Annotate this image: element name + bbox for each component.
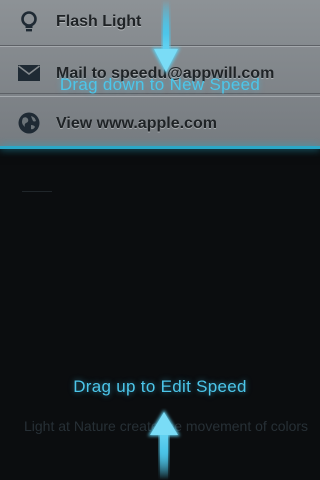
arrow-down-icon: [152, 0, 180, 74]
action-label: Flash Light: [56, 13, 142, 30]
background-placeholder: [22, 177, 52, 192]
action-row-view-website[interactable]: View www.apple.com: [0, 96, 320, 148]
globe-icon: [17, 111, 41, 135]
lightbulb-icon: [17, 11, 41, 35]
app-screen: Flash Light Mail to speedu@appwill.com V…: [0, 0, 320, 480]
arrow-up-icon: [148, 410, 180, 480]
divider-glow: [0, 146, 320, 149]
drag-down-hint: Drag down to New Speed: [59, 75, 261, 94]
drag-up-hint: Drag up to Edit Speed: [73, 377, 247, 396]
action-label: View www.apple.com: [56, 115, 217, 132]
